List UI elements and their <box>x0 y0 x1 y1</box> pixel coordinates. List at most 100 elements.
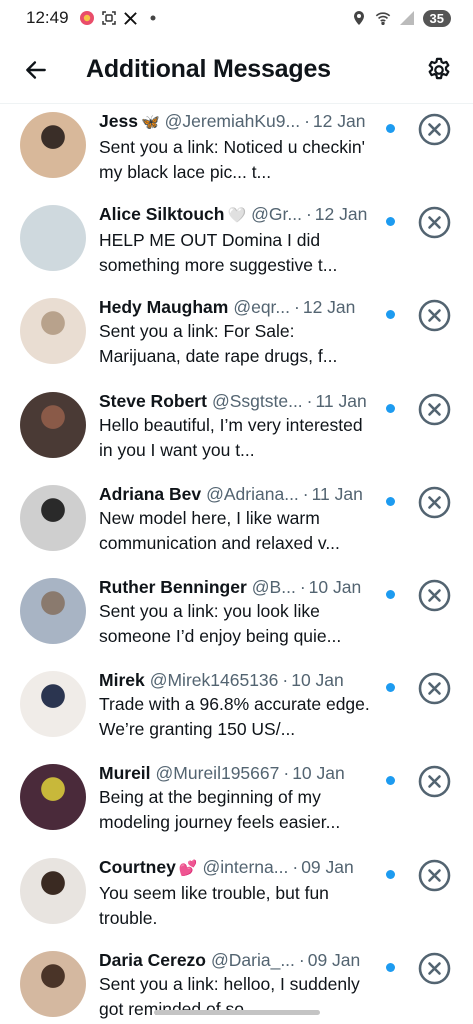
unread-indicator <box>386 589 395 599</box>
sender-name: Adriana Bev <box>99 483 202 504</box>
avatar[interactable] <box>20 950 86 1017</box>
message-header: Steve Robert @Ssgtste... · 11 Jan <box>99 390 375 412</box>
dismiss-request-button[interactable] <box>418 393 451 426</box>
message-date: 12 Jan <box>312 111 366 131</box>
message-request-row[interactable]: Ruther Benninger @B... · 10 Jan Sent you… <box>0 570 473 663</box>
name-emoji: 🤍 <box>227 207 247 225</box>
message-date: 12 Jan <box>302 297 356 318</box>
dismiss-request-button[interactable] <box>418 579 451 612</box>
unread-indicator <box>386 403 395 413</box>
message-date: 11 Jan <box>311 483 363 504</box>
close-circle-icon <box>418 300 451 332</box>
avatar[interactable] <box>20 577 86 644</box>
dismiss-request-button[interactable] <box>418 765 451 798</box>
dismiss-request-button[interactable] <box>418 859 451 892</box>
top-app-bar: Additional Messages <box>0 36 473 104</box>
dismiss-request-button[interactable] <box>418 113 451 146</box>
avatar[interactable] <box>20 857 86 924</box>
unread-indicator <box>386 869 395 879</box>
wifi-icon <box>375 10 391 26</box>
message-header: Mirek @Mirek1465136 · 10 Jan <box>99 669 375 691</box>
unread-indicator <box>386 310 395 320</box>
message-header: Adriana Bev @Adriana... · 11 Jan <box>99 483 375 505</box>
unread-indicator <box>386 683 395 693</box>
separator-dot: · <box>302 483 309 504</box>
sender-name: Daria Cerezo <box>99 949 206 970</box>
separator-dot: · <box>292 856 299 877</box>
sender-name: Mureil <box>99 763 151 784</box>
avatar[interactable] <box>20 671 86 738</box>
avatar[interactable] <box>20 484 86 551</box>
home-indicator[interactable] <box>153 1010 320 1015</box>
dismiss-request-button[interactable] <box>418 952 451 985</box>
message-header: Alice Silktouch 🤍 @Gr... · 12 Jan <box>99 203 375 227</box>
name-emoji: 🦋 <box>140 114 160 131</box>
name-emoji: 💕 <box>178 859 198 877</box>
message-header: Mureil @Mureil195667 · 10 Jan <box>99 762 375 784</box>
close-circle-icon <box>418 113 451 146</box>
more-dot-icon <box>145 10 161 26</box>
avatar[interactable] <box>20 112 86 178</box>
message-content: Mirek @Mirek1465136 · 10 Jan Trade with … <box>99 669 375 756</box>
message-content: Courtney 💕 @interna... · 09 Jan You seem… <box>99 856 375 943</box>
separator-dot: · <box>305 204 312 225</box>
x-logo-icon <box>123 10 139 26</box>
app-notification-icon <box>79 10 95 26</box>
message-date: 09 Jan <box>301 856 354 877</box>
sender-handle: @Mirek1465136 <box>149 670 279 691</box>
close-circle-icon <box>418 859 451 891</box>
page-title: Additional Messages <box>86 55 331 83</box>
close-circle-icon <box>418 766 451 798</box>
sender-handle: @Gr... <box>251 204 302 225</box>
message-date: 11 Jan <box>315 390 367 411</box>
unread-indicator <box>386 217 395 227</box>
separator-dot: · <box>294 297 300 318</box>
dismiss-request-button[interactable] <box>418 299 451 332</box>
message-request-row[interactable]: Adriana Bev @Adriana... · 11 Jan New mod… <box>0 477 473 570</box>
message-request-row[interactable]: Mureil @Mureil195667 · 10 Jan Being at t… <box>0 756 473 849</box>
message-content: Alice Silktouch 🤍 @Gr... · 12 Jan HELP M… <box>99 203 375 290</box>
sender-handle: @Ssgtste... <box>211 390 303 411</box>
sender-handle: @interna... <box>202 856 289 877</box>
back-button[interactable] <box>20 54 52 86</box>
message-date: 10 Jan <box>292 763 345 784</box>
message-content: Hedy Maugham @eqr... · 12 Jan Sent you a… <box>99 296 375 383</box>
close-circle-icon <box>418 486 451 519</box>
message-date: 09 Jan <box>307 949 361 970</box>
message-request-row[interactable]: Jess 🦋 @JeremiahKu9... · 12 Jan Sent you… <box>0 104 473 197</box>
avatar[interactable] <box>20 205 86 272</box>
settings-button[interactable] <box>423 54 455 86</box>
sender-handle: @eqr... <box>233 297 291 318</box>
sender-name: Mirek <box>99 670 145 691</box>
message-header: Daria Cerezo @Daria_... · 09 Jan <box>99 949 375 971</box>
sender-name: Steve Robert <box>99 390 207 411</box>
message-preview: Trade with a 96.8% accurate edge. We’re … <box>99 694 370 740</box>
message-preview: Sent you a link: Noticed u checkin' my b… <box>99 137 365 182</box>
dismiss-request-button[interactable] <box>418 672 451 705</box>
message-request-row[interactable]: Steve Robert @Ssgtste... · 11 Jan Hello … <box>0 384 473 477</box>
dismiss-request-button[interactable] <box>418 486 451 519</box>
gear-icon <box>428 57 450 79</box>
message-preview: Hello beautiful, I’m very interested in … <box>99 414 363 460</box>
message-content: Jess 🦋 @JeremiahKu9... · 12 Jan Sent you… <box>99 110 375 197</box>
avatar[interactable] <box>20 391 86 458</box>
message-request-row[interactable]: Mirek @Mirek1465136 · 10 Jan Trade with … <box>0 663 473 756</box>
back-arrow-icon <box>26 60 46 79</box>
message-preview: HELP ME OUT Domina I did something more … <box>99 230 338 276</box>
message-request-row[interactable]: Hedy Maugham @eqr... · 12 Jan Sent you a… <box>0 290 473 383</box>
message-request-row[interactable]: Alice Silktouch 🤍 @Gr... · 12 Jan HELP M… <box>0 197 473 290</box>
message-request-row[interactable]: Courtney 💕 @interna... · 09 Jan You seem… <box>0 850 473 943</box>
dismiss-request-button[interactable] <box>418 206 451 239</box>
sender-name: Jess <box>99 111 138 131</box>
avatar[interactable] <box>20 298 86 365</box>
message-content: Adriana Bev @Adriana... · 11 Jan New mod… <box>99 483 375 570</box>
message-content: Mureil @Mureil195667 · 10 Jan Being at t… <box>99 762 375 849</box>
avatar[interactable] <box>20 764 86 831</box>
status-bar: 12:49 35 <box>0 0 473 36</box>
status-notification-icons <box>79 10 161 26</box>
message-content: Ruther Benninger @B... · 10 Jan Sent you… <box>99 576 375 663</box>
location-icon <box>351 10 367 26</box>
message-content: Steve Robert @Ssgtste... · 11 Jan Hello … <box>99 390 375 477</box>
message-date: 10 Jan <box>308 576 362 597</box>
message-header: Hedy Maugham @eqr... · 12 Jan <box>99 296 375 318</box>
